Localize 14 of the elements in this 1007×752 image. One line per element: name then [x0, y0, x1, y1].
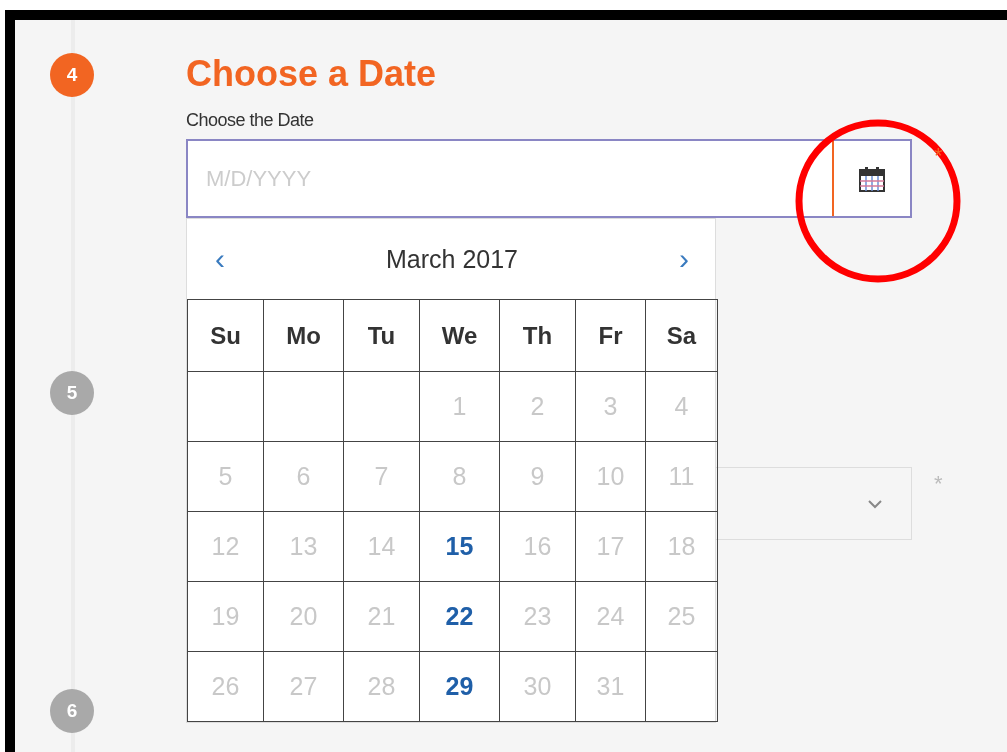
- step-number: 5: [50, 371, 94, 415]
- weekday-header: Tu: [343, 299, 420, 372]
- section-title: Choose a Date: [186, 52, 438, 96]
- month-title: March 2017: [386, 244, 518, 274]
- weekday-header: Mo: [263, 299, 344, 372]
- weekday-header: Sa: [645, 299, 718, 372]
- weekday-header: Su: [187, 299, 264, 372]
- field-label: Choose the Date: [186, 110, 315, 131]
- weekday-header: Fr: [575, 299, 646, 372]
- weekday-header: We: [419, 299, 500, 372]
- step-number: 4: [50, 53, 94, 97]
- weekday-header: Th: [499, 299, 576, 372]
- required-mark: *: [934, 470, 943, 497]
- step-number: 6: [50, 689, 94, 733]
